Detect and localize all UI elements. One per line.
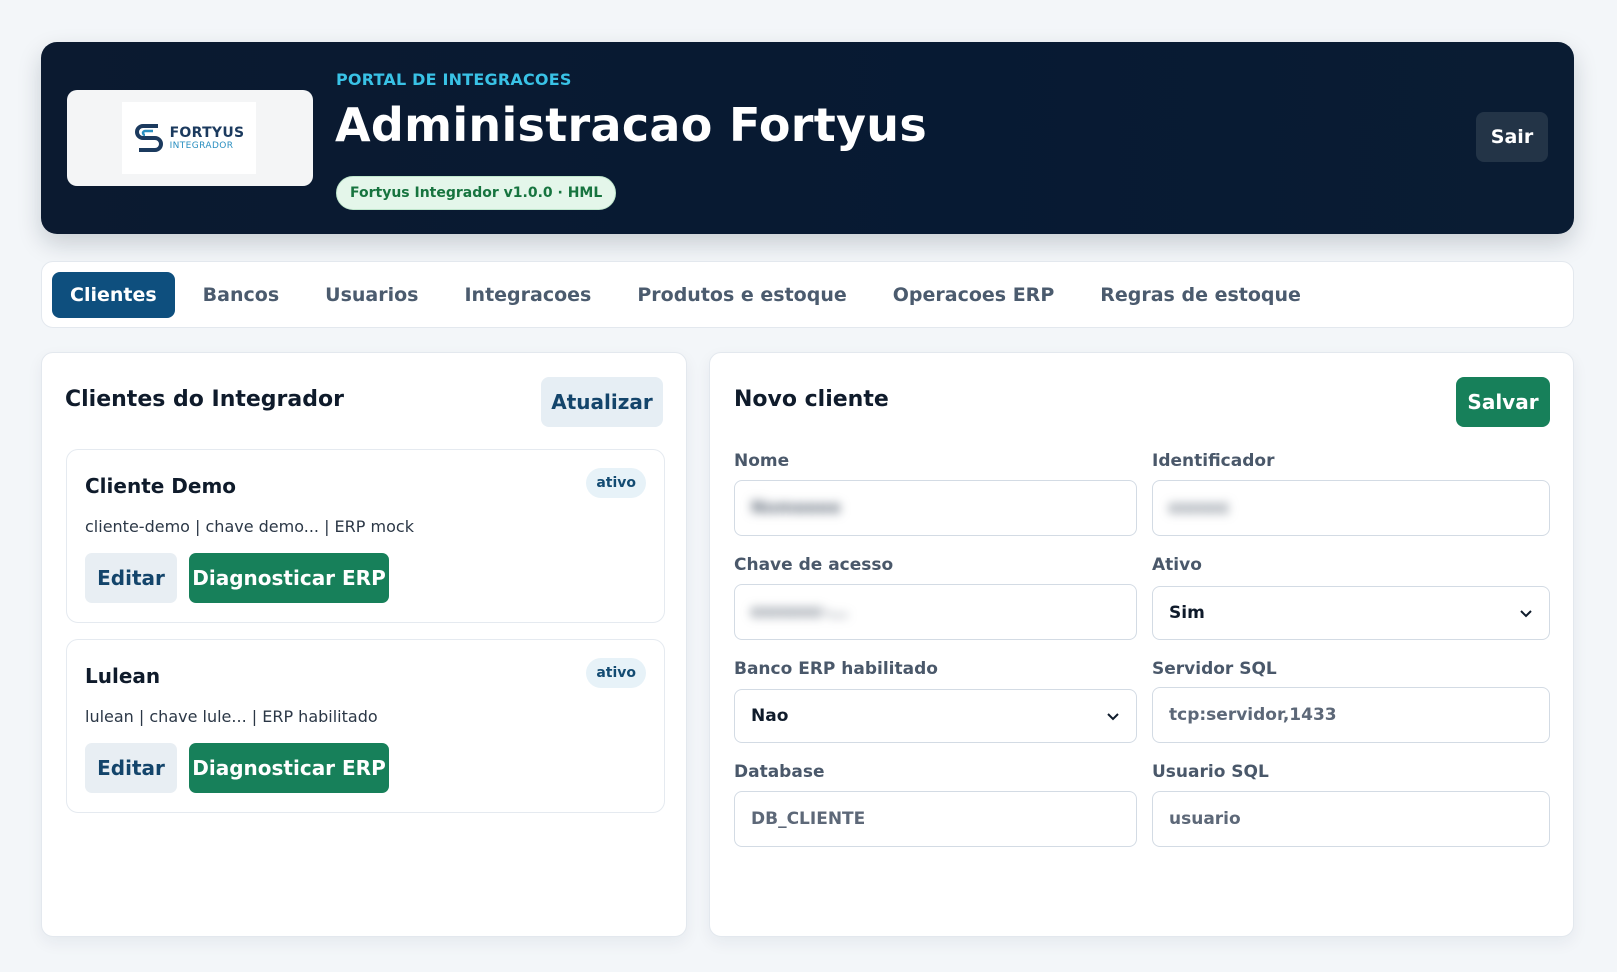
chave-label: Chave de acesso — [734, 555, 894, 575]
clients-panel-title: Clientes do Integrador — [65, 387, 344, 412]
client-name: Cliente Demo — [85, 474, 237, 498]
tab-produtos-estoque[interactable]: Produtos e estoque — [619, 272, 864, 318]
page-title: Administracao Fortyus — [335, 98, 928, 152]
servidor-sql-label: Servidor SQL — [1152, 659, 1277, 679]
diagnose-erp-button[interactable]: Diagnosticar ERP — [189, 553, 389, 603]
logo-container: FORTYUS INTEGRADOR — [67, 90, 313, 186]
clients-panel: Clientes do Integrador Atualizar Cliente… — [41, 352, 687, 937]
chevron-down-icon — [1107, 713, 1119, 721]
tab-operacoes-erp[interactable]: Operacoes ERP — [875, 272, 1073, 318]
portal-eyebrow: PORTAL DE INTEGRACOES — [336, 70, 572, 89]
version-badge: Fortyus Integrador v1.0.0 · HML — [336, 176, 617, 210]
servidor-sql-field[interactable] — [1152, 687, 1550, 743]
banco-erp-label: Banco ERP habilitado — [734, 659, 938, 679]
banco-erp-selected-value: Nao — [751, 706, 789, 726]
fortyus-logo-icon — [134, 122, 164, 154]
tab-integracoes[interactable]: Integracoes — [446, 272, 609, 318]
chave-value: ccccccc-... — [751, 602, 848, 622]
usuario-sql-label: Usuario SQL — [1152, 762, 1269, 782]
main-tabs: Clientes Bancos Usuarios Integracoes Pro… — [41, 261, 1574, 328]
tab-regras-estoque[interactable]: Regras de estoque — [1082, 272, 1319, 318]
database-input[interactable] — [751, 809, 1120, 829]
identificador-label: Identificador — [1152, 451, 1275, 471]
banco-erp-select[interactable]: Nao — [734, 689, 1137, 743]
nome-value: Nomeeee — [751, 498, 841, 518]
identificador-field[interactable]: cccccc — [1152, 480, 1550, 536]
edit-client-button[interactable]: Editar — [85, 743, 177, 793]
status-badge: ativo — [586, 468, 646, 498]
ativo-label: Ativo — [1152, 555, 1202, 575]
chave-acesso-field[interactable]: ccccccc-... — [734, 584, 1137, 640]
client-description: cliente-demo | chave demo... | ERP mock — [85, 517, 414, 536]
logo-text-primary: FORTYUS — [169, 124, 245, 141]
usuario-sql-field[interactable] — [1152, 791, 1550, 847]
refresh-button[interactable]: Atualizar — [541, 377, 663, 427]
nome-field[interactable]: Nomeeee — [734, 480, 1137, 536]
edit-client-button[interactable]: Editar — [85, 553, 177, 603]
client-card: Cliente Demo ativo cliente-demo | chave … — [66, 449, 665, 623]
usuario-sql-input[interactable] — [1169, 809, 1533, 829]
client-description: lulean | chave lule... | ERP habilitado — [85, 707, 378, 726]
tab-clientes[interactable]: Clientes — [52, 271, 175, 318]
ativo-select[interactable]: Sim — [1152, 586, 1550, 640]
new-client-panel: Novo cliente Salvar Nome Nomeeee Identif… — [709, 352, 1574, 937]
logout-button[interactable]: Sair — [1476, 112, 1548, 162]
ativo-selected-value: Sim — [1169, 603, 1205, 623]
nome-label: Nome — [734, 451, 790, 471]
servidor-sql-input[interactable] — [1169, 705, 1533, 725]
save-button[interactable]: Salvar — [1456, 377, 1550, 427]
form-title: Novo cliente — [734, 387, 889, 412]
logo: FORTYUS INTEGRADOR — [122, 102, 256, 174]
client-name: Lulean — [85, 664, 161, 688]
app-header: FORTYUS INTEGRADOR PORTAL DE INTEGRACOES… — [41, 42, 1574, 234]
tab-bancos[interactable]: Bancos — [185, 272, 297, 318]
chevron-down-icon — [1520, 610, 1532, 618]
client-card: Lulean ativo lulean | chave lule... | ER… — [66, 639, 665, 813]
database-label: Database — [734, 762, 825, 782]
identificador-value: cccccc — [1169, 498, 1230, 518]
status-badge: ativo — [586, 658, 646, 688]
logo-text-secondary: INTEGRADOR — [169, 140, 234, 151]
database-field[interactable] — [734, 791, 1137, 847]
tab-usuarios[interactable]: Usuarios — [307, 272, 436, 318]
diagnose-erp-button[interactable]: Diagnosticar ERP — [189, 743, 389, 793]
